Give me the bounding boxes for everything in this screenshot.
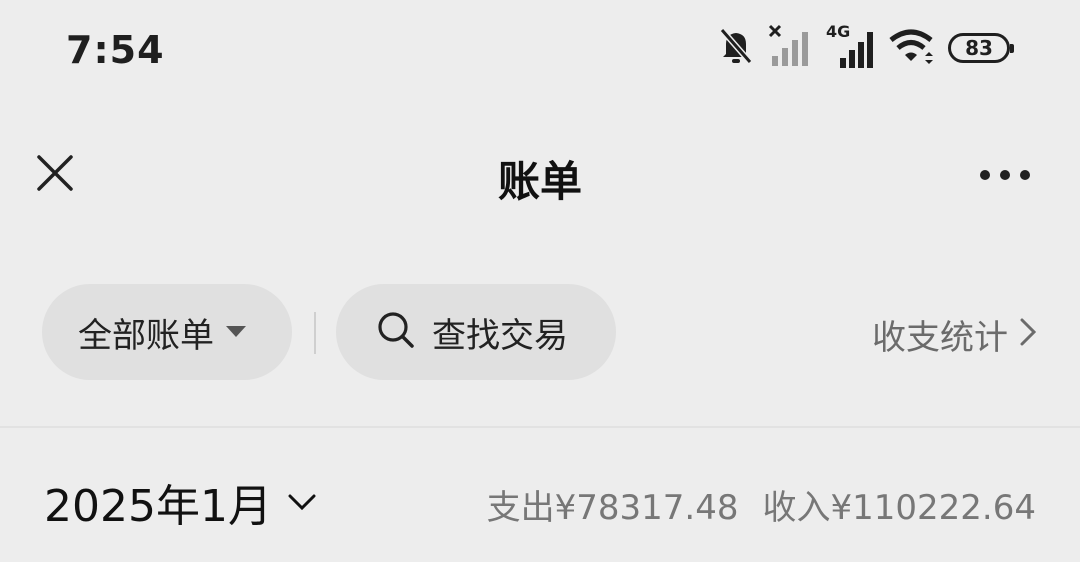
month-picker[interactable]: 2025年1月: [44, 470, 316, 534]
filter-row: 全部账单 查找交易 收支统计: [0, 284, 1080, 382]
wifi-icon: [888, 26, 934, 70]
month-summary: 支出 ¥78317.48 收入 ¥110222.64: [487, 480, 1036, 529]
more-button[interactable]: [974, 158, 1036, 192]
page-title: 账单: [497, 157, 582, 206]
status-bar: 7:54 4G 83: [0, 0, 1080, 100]
signal-4g-icon: 4G: [826, 22, 874, 70]
bell-off-icon: [718, 26, 754, 70]
stats-label: 收支统计: [872, 318, 1008, 358]
caret-down-icon: [226, 323, 246, 342]
section-divider: [0, 426, 1080, 428]
status-time: 7:54: [66, 28, 165, 72]
nav-bar: 账单: [0, 120, 1080, 232]
chevron-right-icon: [1020, 315, 1037, 355]
search-label: 查找交易: [432, 315, 568, 356]
battery-icon: 83: [948, 33, 1014, 63]
all-bills-filter[interactable]: 全部账单: [42, 284, 292, 380]
signal-no-service-icon: [768, 24, 812, 72]
search-transactions-button[interactable]: 查找交易: [336, 284, 616, 380]
status-icons: 4G 83: [718, 22, 1014, 72]
expense-label: 支出: [486, 488, 555, 528]
income-expense-stats-link[interactable]: 收支统计: [872, 310, 1037, 359]
battery-level: 83: [965, 36, 993, 60]
income-value: ¥110222.64: [830, 488, 1037, 528]
income-label: 收入: [762, 488, 831, 528]
month-summary-row: 2025年1月 支出 ¥78317.48 收入 ¥110222.64: [0, 470, 1080, 534]
more-dots-icon: [979, 166, 1031, 185]
expense-value: ¥78317.48: [554, 488, 739, 528]
chevron-down-icon: [288, 493, 316, 515]
filter-divider: [314, 312, 316, 354]
search-icon: [376, 310, 416, 354]
month-label: 2025年1月: [44, 481, 272, 532]
all-bills-label: 全部账单: [78, 315, 214, 356]
